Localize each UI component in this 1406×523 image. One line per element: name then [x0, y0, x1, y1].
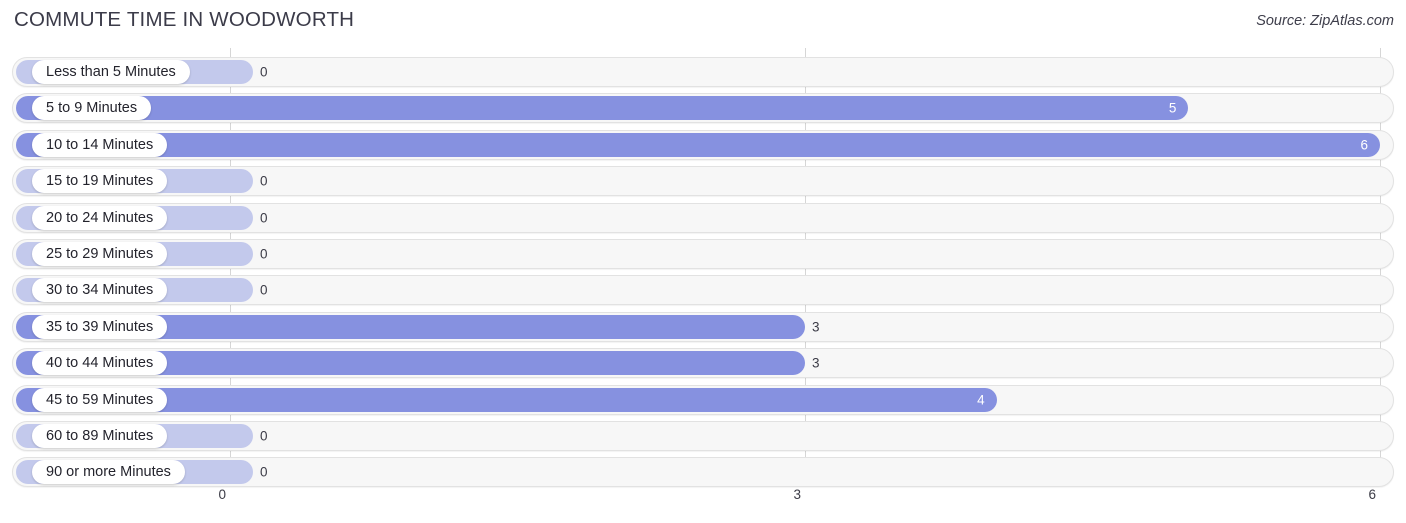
chart-header: COMMUTE TIME IN WOODWORTH Source: ZipAtl…: [0, 0, 1406, 48]
category-label: 25 to 29 Minutes: [46, 246, 154, 262]
category-pill[interactable]: 35 to 39 Minutes: [32, 314, 168, 339]
bar-row[interactable]: 0 Less than 5 Minutes: [12, 57, 1394, 87]
category-pill[interactable]: 10 to 14 Minutes: [32, 132, 168, 157]
x-axis-tick-label: 0: [218, 487, 226, 502]
bar-row[interactable]: 3 35 to 39 Minutes: [12, 311, 1394, 342]
category-label: 40 to 44 Minutes: [46, 355, 154, 372]
x-axis-tick-label: 6: [1368, 487, 1376, 502]
bar-row[interactable]: 5 5 to 9 Minutes: [12, 93, 1394, 124]
category-pill[interactable]: 60 to 89 Minutes: [32, 424, 168, 448]
bar-row[interactable]: 0 25 to 29 Minutes: [12, 239, 1394, 269]
category-pill[interactable]: Less than 5 Minutes: [32, 60, 190, 84]
bar-value-label: 6: [1360, 137, 1368, 153]
x-axis: 0 3 6: [0, 485, 1406, 523]
bar-rows: 0 Less than 5 Minutes 5 5 to 9 Minutes 6 10 t…: [0, 48, 1406, 488]
bar-row[interactable]: 4 45 to 59 Minutes: [12, 384, 1394, 415]
bar-row[interactable]: 3 40 to 44 Minutes: [12, 348, 1394, 379]
category-pill[interactable]: 40 to 44 Minutes: [32, 351, 168, 376]
bar-value-label: 0: [260, 282, 268, 298]
category-pill[interactable]: 45 to 59 Minutes: [32, 387, 168, 412]
bar-row[interactable]: 0 90 or more Minutes: [12, 457, 1394, 488]
bar-value-label: 0: [260, 64, 268, 80]
x-axis-tick-label: 3: [793, 487, 801, 502]
category-pill[interactable]: 5 to 9 Minutes: [32, 96, 152, 121]
category-label: 5 to 9 Minutes: [46, 100, 138, 117]
bar-row[interactable]: 0 20 to 24 Minutes: [12, 202, 1394, 233]
category-label: 35 to 39 Minutes: [46, 318, 154, 335]
category-label: 45 to 59 Minutes: [46, 391, 154, 408]
bar-row[interactable]: 0 15 to 19 Minutes: [12, 166, 1394, 197]
category-label: Less than 5 Minutes: [46, 64, 176, 80]
bar-fill: 6: [16, 132, 1380, 157]
bar-value-label: 5: [1168, 100, 1177, 116]
bar-value-label: 0: [260, 173, 268, 189]
bar-row[interactable]: 0 30 to 34 Minutes: [12, 275, 1394, 306]
category-label: 15 to 19 Minutes: [46, 173, 154, 190]
category-label: 60 to 89 Minutes: [46, 428, 154, 444]
bar-value-label: 4: [977, 392, 985, 408]
category-pill[interactable]: 25 to 29 Minutes: [32, 242, 168, 266]
plot-area: 0 Less than 5 Minutes 5 5 to 9 Minutes 6 10 t…: [0, 48, 1406, 488]
bar-value-label: 3: [812, 319, 820, 335]
bar-value-label: 0: [260, 464, 268, 480]
category-pill[interactable]: 15 to 19 Minutes: [32, 169, 168, 194]
category-label: 90 or more Minutes: [46, 464, 171, 481]
category-pill[interactable]: 90 or more Minutes: [32, 460, 185, 485]
bar-value-label: 0: [260, 428, 268, 444]
bar-fill: 5: [16, 96, 1189, 121]
category-label: 30 to 34 Minutes: [46, 282, 154, 299]
category-pill[interactable]: 20 to 24 Minutes: [32, 205, 168, 230]
category-label: 10 to 14 Minutes: [46, 136, 154, 153]
chart-page: COMMUTE TIME IN WOODWORTH Source: ZipAtl…: [0, 0, 1406, 523]
bar-row[interactable]: 0 60 to 89 Minutes: [12, 421, 1394, 451]
bar-row[interactable]: 6 10 to 14 Minutes: [12, 129, 1394, 160]
category-pill[interactable]: 30 to 34 Minutes: [32, 278, 168, 303]
bar-value-label: 0: [260, 210, 268, 226]
bar-value-label: 3: [812, 355, 820, 371]
bar-value-label: 0: [260, 246, 268, 262]
page-title: COMMUTE TIME IN WOODWORTH: [14, 8, 355, 31]
category-label: 20 to 24 Minutes: [46, 209, 154, 226]
source-attribution: Source: ZipAtlas.com: [1256, 13, 1394, 29]
